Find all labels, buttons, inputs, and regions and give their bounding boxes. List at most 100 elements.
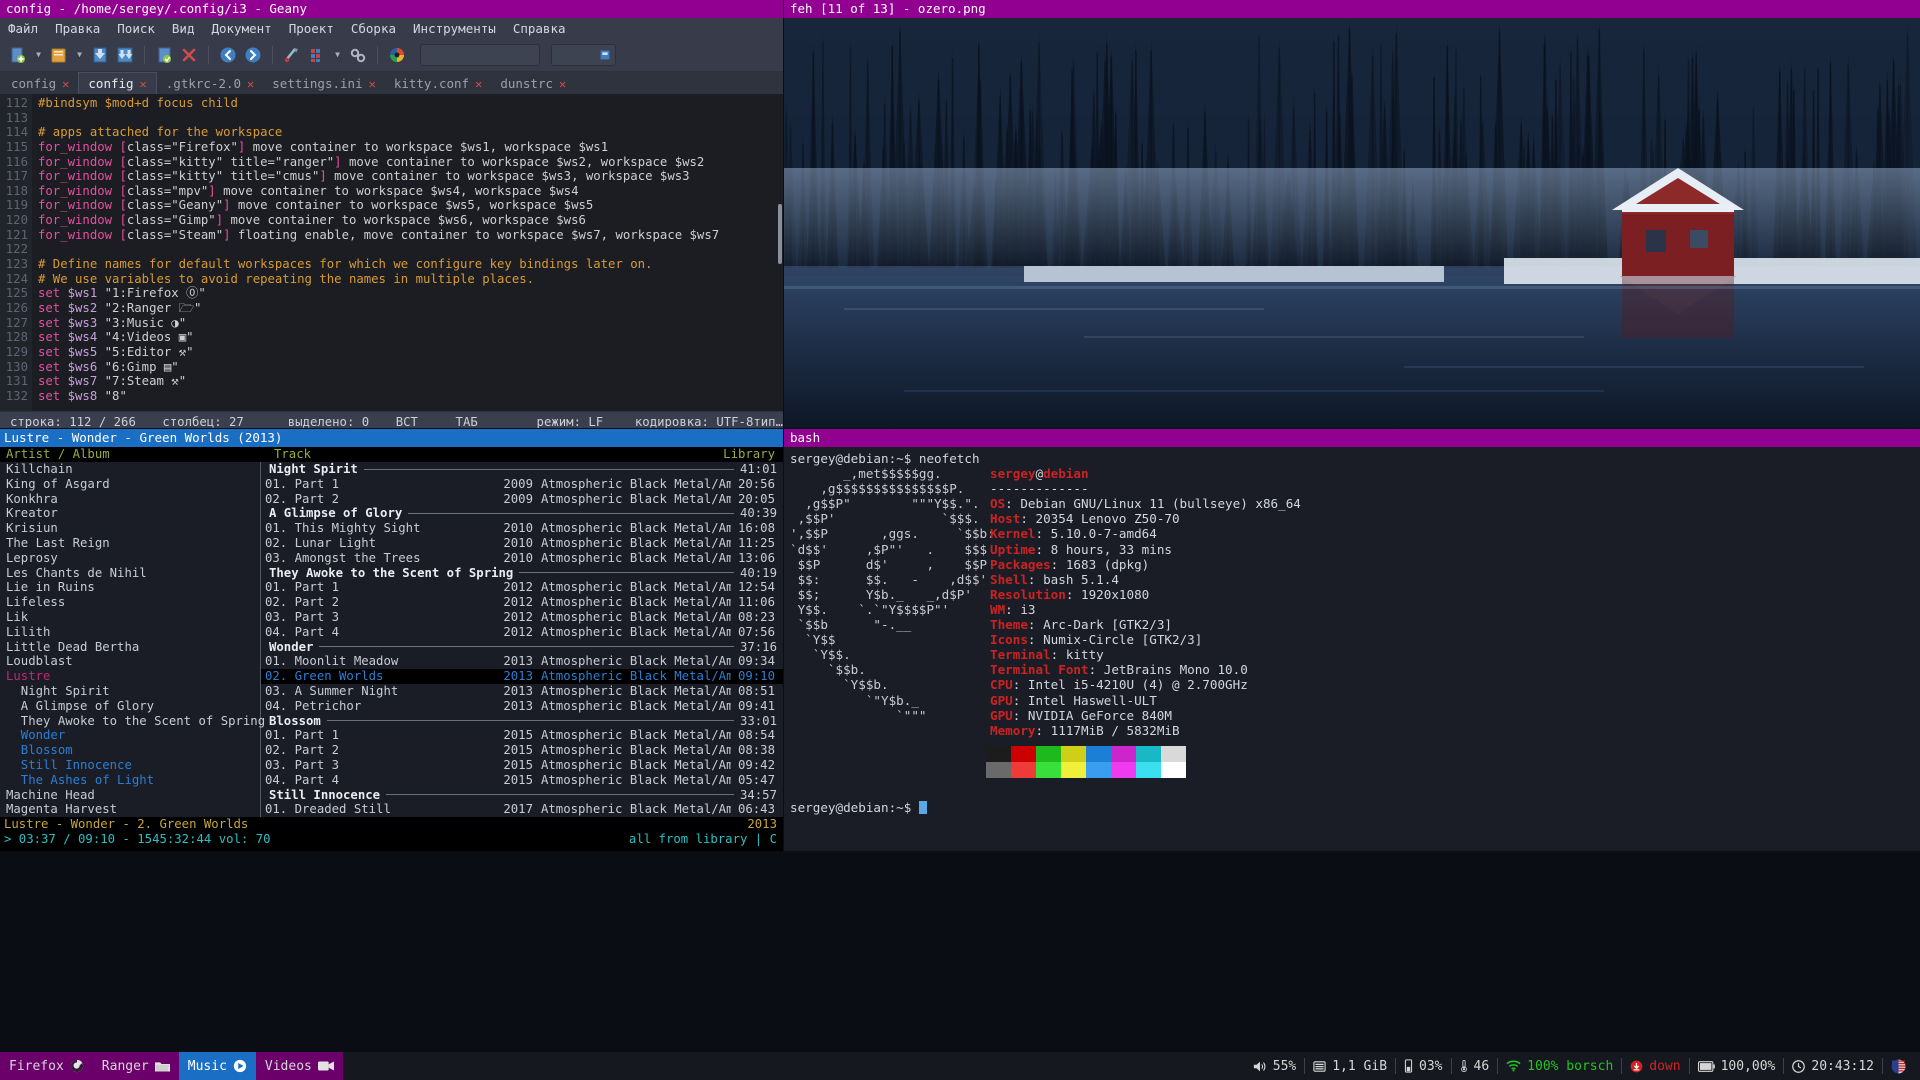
geany-window[interactable]: config - /home/sergey/.config/i3 - Geany…	[0, 0, 783, 428]
menu-item-tools[interactable]: Инструменты	[413, 21, 496, 36]
cmus-artist-row[interactable]: Les Chants de Nihil	[0, 566, 260, 581]
terminal-output[interactable]: sergey@debian:~$ neofetch _,met$$$$$gg. …	[784, 447, 1920, 815]
cmus-artist-row[interactable]: Blossom	[0, 743, 260, 758]
cmus-track-row[interactable]: 02. Green Worlds 2013 Atmospheric Black Me…	[261, 669, 783, 684]
cmus-artist-row[interactable]: Night Spirit	[0, 684, 260, 699]
i3-status-bar[interactable]: Firefox Ranger Music Videos 55% 1,1 GiB 03% 46…	[0, 1052, 1920, 1080]
tab-dunstrc[interactable]: dunstrc ✕	[491, 73, 575, 94]
kitty-terminal-window[interactable]: bash sergey@debian:~$ neofetch _,met$$$$…	[784, 429, 1920, 851]
cmus-artist-row[interactable]: Lie in Ruins	[0, 580, 260, 595]
save-all-icon[interactable]	[115, 45, 135, 65]
cmus-artist-row[interactable]: Kreator	[0, 506, 260, 521]
cmus-album-header[interactable]: A Glimpse of Glory 40:39	[261, 506, 783, 521]
cmus-album-header[interactable]: They Awoke to the Scent of Spring 40:19	[261, 566, 783, 581]
cmus-artist-list[interactable]: Killchain King of Asgard Konkhra Kreator Kri…	[0, 462, 265, 817]
cmus-artist-row[interactable]: Little Dead Bertha	[0, 640, 260, 655]
cmus-track-row[interactable]: 01. Part 1 2015 Atmospheric Black Metal/Am…	[261, 728, 783, 743]
tab-close-icon[interactable]: ✕	[140, 77, 147, 91]
cmus-artist-row[interactable]: Lilith	[0, 625, 260, 640]
cmus-album-header[interactable]: Wonder 37:16	[261, 640, 783, 655]
menu-item-search[interactable]: Поиск	[117, 21, 155, 36]
cmus-artist-row[interactable]: Lifeless	[0, 595, 260, 610]
cmus-artist-row[interactable]: Konkhra	[0, 492, 260, 507]
feh-window[interactable]: feh [11 of 13] - ozero.png	[784, 0, 1920, 428]
cmus-artist-row[interactable]: Wonder	[0, 728, 260, 743]
cmus-panes[interactable]: Killchain King of Asgard Konkhra Kreator Kri…	[0, 462, 783, 817]
cmus-album-header[interactable]: Night Spirit 41:01	[261, 462, 783, 477]
menu-item-edit[interactable]: Правка	[55, 21, 100, 36]
geany-tab-bar[interactable]: config ✕ config ✕ .gtkrc-2.0 ✕ settings.ini…	[0, 72, 783, 94]
tab-close-icon[interactable]: ✕	[559, 77, 566, 91]
tab-close-icon[interactable]: ✕	[475, 77, 482, 91]
cmus-track-row[interactable]: 04. Petrichor 2013 Atmospheric Black Metal…	[261, 699, 783, 714]
open-file-icon[interactable]	[49, 45, 69, 65]
status-block-thermometer[interactable]: 46	[1450, 1058, 1498, 1074]
navigate-back-icon[interactable]	[218, 45, 238, 65]
status-block-wifi[interactable]: 100% borsch	[1497, 1058, 1621, 1074]
tab-close-icon[interactable]: ✕	[247, 77, 254, 91]
status-block-battery[interactable]: 100,00%	[1688, 1058, 1784, 1074]
cmus-track-row[interactable]: 03. Part 3 2012 Atmospheric Black Metal/Am…	[261, 610, 783, 625]
cmus-track-row[interactable]: 01. Dreaded Still 2017 Atmospheric Black M…	[261, 802, 783, 817]
cmus-track-row[interactable]: 02. Part 2 2009 Atmospheric Black Metal/Am…	[261, 492, 783, 507]
tab-close-icon[interactable]: ✕	[62, 77, 69, 91]
close-file-icon[interactable]	[179, 45, 199, 65]
cmus-track-row[interactable]: 04. Part 4 2015 Atmospheric Black Metal/Am…	[261, 773, 783, 788]
status-block-cpu[interactable]: 03%	[1395, 1058, 1450, 1074]
menu-item-view[interactable]: Вид	[172, 21, 195, 36]
cmus-artist-row[interactable]: They Awoke to the Scent of Spring	[0, 714, 265, 729]
tab-kitty-conf[interactable]: kitty.conf ✕	[385, 73, 492, 94]
cmus-track-row[interactable]: 02. Lunar Light 2010 Atmospheric Black Met…	[261, 536, 783, 551]
save-icon[interactable]	[90, 45, 110, 65]
cmus-album-header[interactable]: Blossom 33:01	[261, 714, 783, 729]
cmus-window[interactable]: Lustre - Wonder - Green Worlds (2013) Ar…	[0, 429, 783, 851]
cmus-track-row[interactable]: 03. Part 3 2015 Atmospheric Black Metal/Am…	[261, 758, 783, 773]
code-area[interactable]: #bindsym $mod+d focus child # apps attach…	[32, 94, 783, 411]
menu-item-build[interactable]: Сборка	[351, 21, 396, 36]
cmus-artist-row[interactable]: Krisiun	[0, 521, 260, 536]
build-dropdown-icon[interactable]: ▼	[332, 45, 343, 65]
tab-gtkrc[interactable]: .gtkrc-2.0 ✕	[157, 73, 264, 94]
cmus-track-row[interactable]: 02. Part 2 2012 Atmospheric Black Metal/Am…	[261, 595, 783, 610]
compile-icon[interactable]	[282, 45, 302, 65]
i3-status-blocks[interactable]: 55% 1,1 GiB 03% 46 100% borsch down 100,00% 20:…	[1245, 1052, 1920, 1080]
cmus-track-row[interactable]: 03. Amongst the Trees 2010 Atmospheric Bla…	[261, 551, 783, 566]
revert-icon[interactable]	[154, 45, 174, 65]
menu-item-project[interactable]: Проект	[289, 21, 334, 36]
i3-workspace-buttons[interactable]: Firefox Ranger Music Videos	[0, 1052, 343, 1080]
cmus-track-row[interactable]: 01. This Mighty Sight 2010 Atmospheric Bla…	[261, 521, 783, 536]
cmus-artist-row[interactable]: Lik	[0, 610, 260, 625]
tab-config-1[interactable]: config ✕	[2, 73, 78, 94]
cmus-artist-row[interactable]: Loudblast	[0, 654, 260, 669]
editor-scrollbar[interactable]	[777, 94, 783, 411]
cmus-artist-row[interactable]: Lustre	[0, 669, 260, 684]
cmus-track-row[interactable]: 02. Part 2 2015 Atmospheric Black Metal/Am…	[261, 743, 783, 758]
cmus-track-row[interactable]: 01. Part 1 2012 Atmospheric Black Metal/Am…	[261, 580, 783, 595]
cmus-track-row[interactable]: 03. A Summer Night 2013 Atmospheric Black …	[261, 684, 783, 699]
cmus-track-row[interactable]: 01. Part 1 2009 Atmospheric Black Metal/Am…	[261, 477, 783, 492]
cmus-track-row[interactable]: 04. Part 4 2012 Atmospheric Black Metal/Am…	[261, 625, 783, 640]
cmus-artist-row[interactable]: Killchain	[0, 462, 260, 477]
workspace-button-music[interactable]: Music	[178, 1052, 256, 1080]
cmus-artist-row[interactable]: The Last Reign	[0, 536, 260, 551]
menu-item-file[interactable]: Файл	[8, 21, 38, 36]
tab-config-2[interactable]: config ✕	[78, 72, 157, 94]
status-block-volume[interactable]: 55%	[1245, 1058, 1304, 1074]
cmus-artist-row[interactable]: The Ashes of Light	[0, 773, 260, 788]
workspace-button-videos[interactable]: Videos	[255, 1052, 343, 1080]
workspace-button-ranger[interactable]: Ranger	[92, 1052, 179, 1080]
cmus-artist-row[interactable]: Magenta Harvest	[0, 802, 260, 817]
tab-settings-ini[interactable]: settings.ini ✕	[263, 73, 385, 94]
menu-item-help[interactable]: Справка	[513, 21, 566, 36]
cmus-album-header[interactable]: Still Innocence 34:57	[261, 788, 783, 803]
tab-close-icon[interactable]: ✕	[369, 77, 376, 91]
cmus-artist-row[interactable]: King of Asgard	[0, 477, 260, 492]
cmus-artist-row[interactable]: Machine Head	[0, 788, 260, 803]
status-block-clock[interactable]: 20:43:12	[1783, 1058, 1882, 1074]
menu-item-document[interactable]: Документ	[211, 21, 271, 36]
status-block-network-down[interactable]: down	[1621, 1058, 1688, 1074]
cmus-artist-row[interactable]: Still Innocence	[0, 758, 260, 773]
build-icon[interactable]	[307, 45, 327, 65]
search-input[interactable]	[420, 43, 540, 66]
navigate-forward-icon[interactable]	[243, 45, 263, 65]
